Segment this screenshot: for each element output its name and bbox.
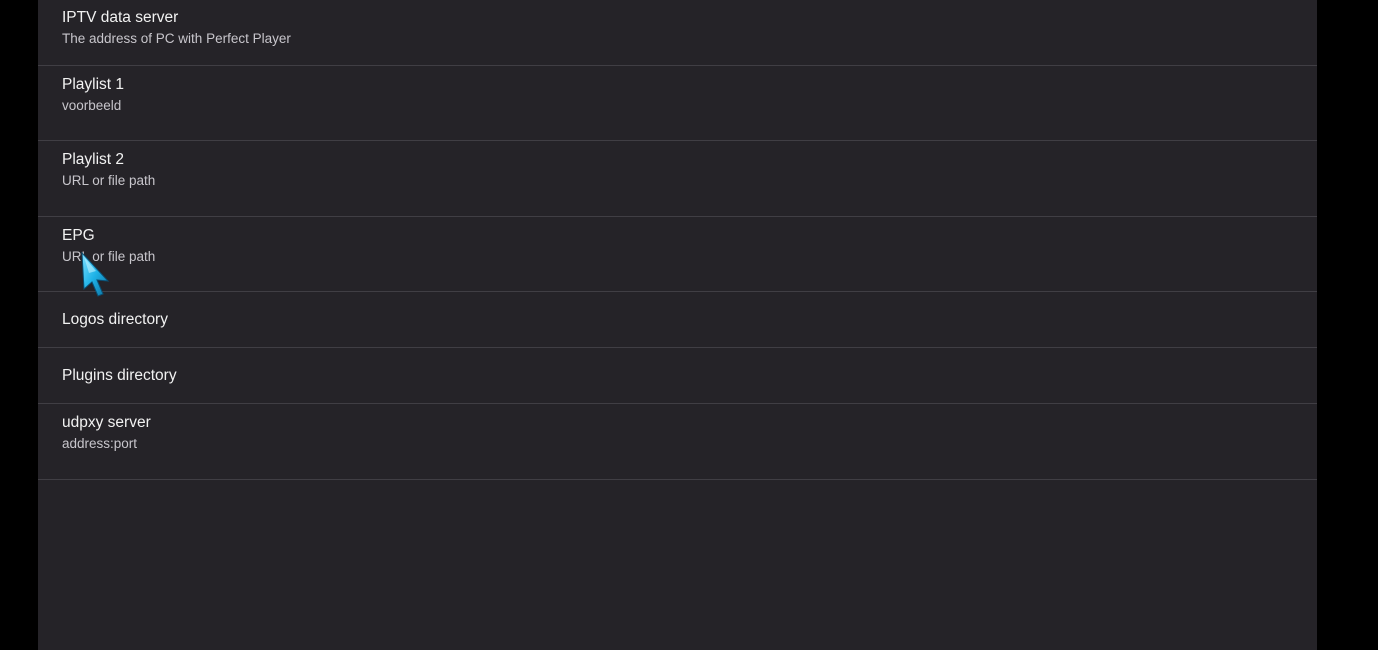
- mouse-pointer-icon: [81, 251, 110, 297]
- settings-list: IPTV data server The address of PC with …: [38, 0, 1317, 650]
- setting-title: EPG: [62, 226, 95, 244]
- setting-subtitle: URL or file path: [62, 173, 156, 188]
- setting-udpxy-server[interactable]: udpxy server address:port: [38, 404, 1317, 480]
- setting-title: Playlist 1: [62, 75, 125, 93]
- setting-logos-directory[interactable]: Logos directory: [38, 292, 1317, 348]
- setting-title: Playlist 2: [62, 151, 125, 168]
- setting-title: Plugins directory: [62, 367, 177, 384]
- setting-subtitle: address:port: [62, 436, 138, 451]
- setting-title: IPTV data server: [62, 9, 179, 26]
- setting-playlist-1[interactable]: Playlist 1 voorbeeld: [38, 66, 1317, 141]
- setting-plugins-directory[interactable]: Plugins directory: [38, 348, 1317, 404]
- setting-playlist-2[interactable]: Playlist 2 URL or file path: [38, 141, 1317, 217]
- setting-subtitle: The address of PC with Perfect Player: [62, 31, 291, 46]
- setting-title: udpxy server: [62, 414, 151, 431]
- setting-subtitle: voorbeeld: [62, 97, 122, 113]
- setting-epg[interactable]: EPG URL or file path: [38, 217, 1317, 292]
- setting-subtitle: URL or file path: [62, 248, 156, 264]
- setting-title: Logos directory: [62, 311, 168, 328]
- setting-iptv-data-server[interactable]: IPTV data server The address of PC with …: [38, 0, 1317, 66]
